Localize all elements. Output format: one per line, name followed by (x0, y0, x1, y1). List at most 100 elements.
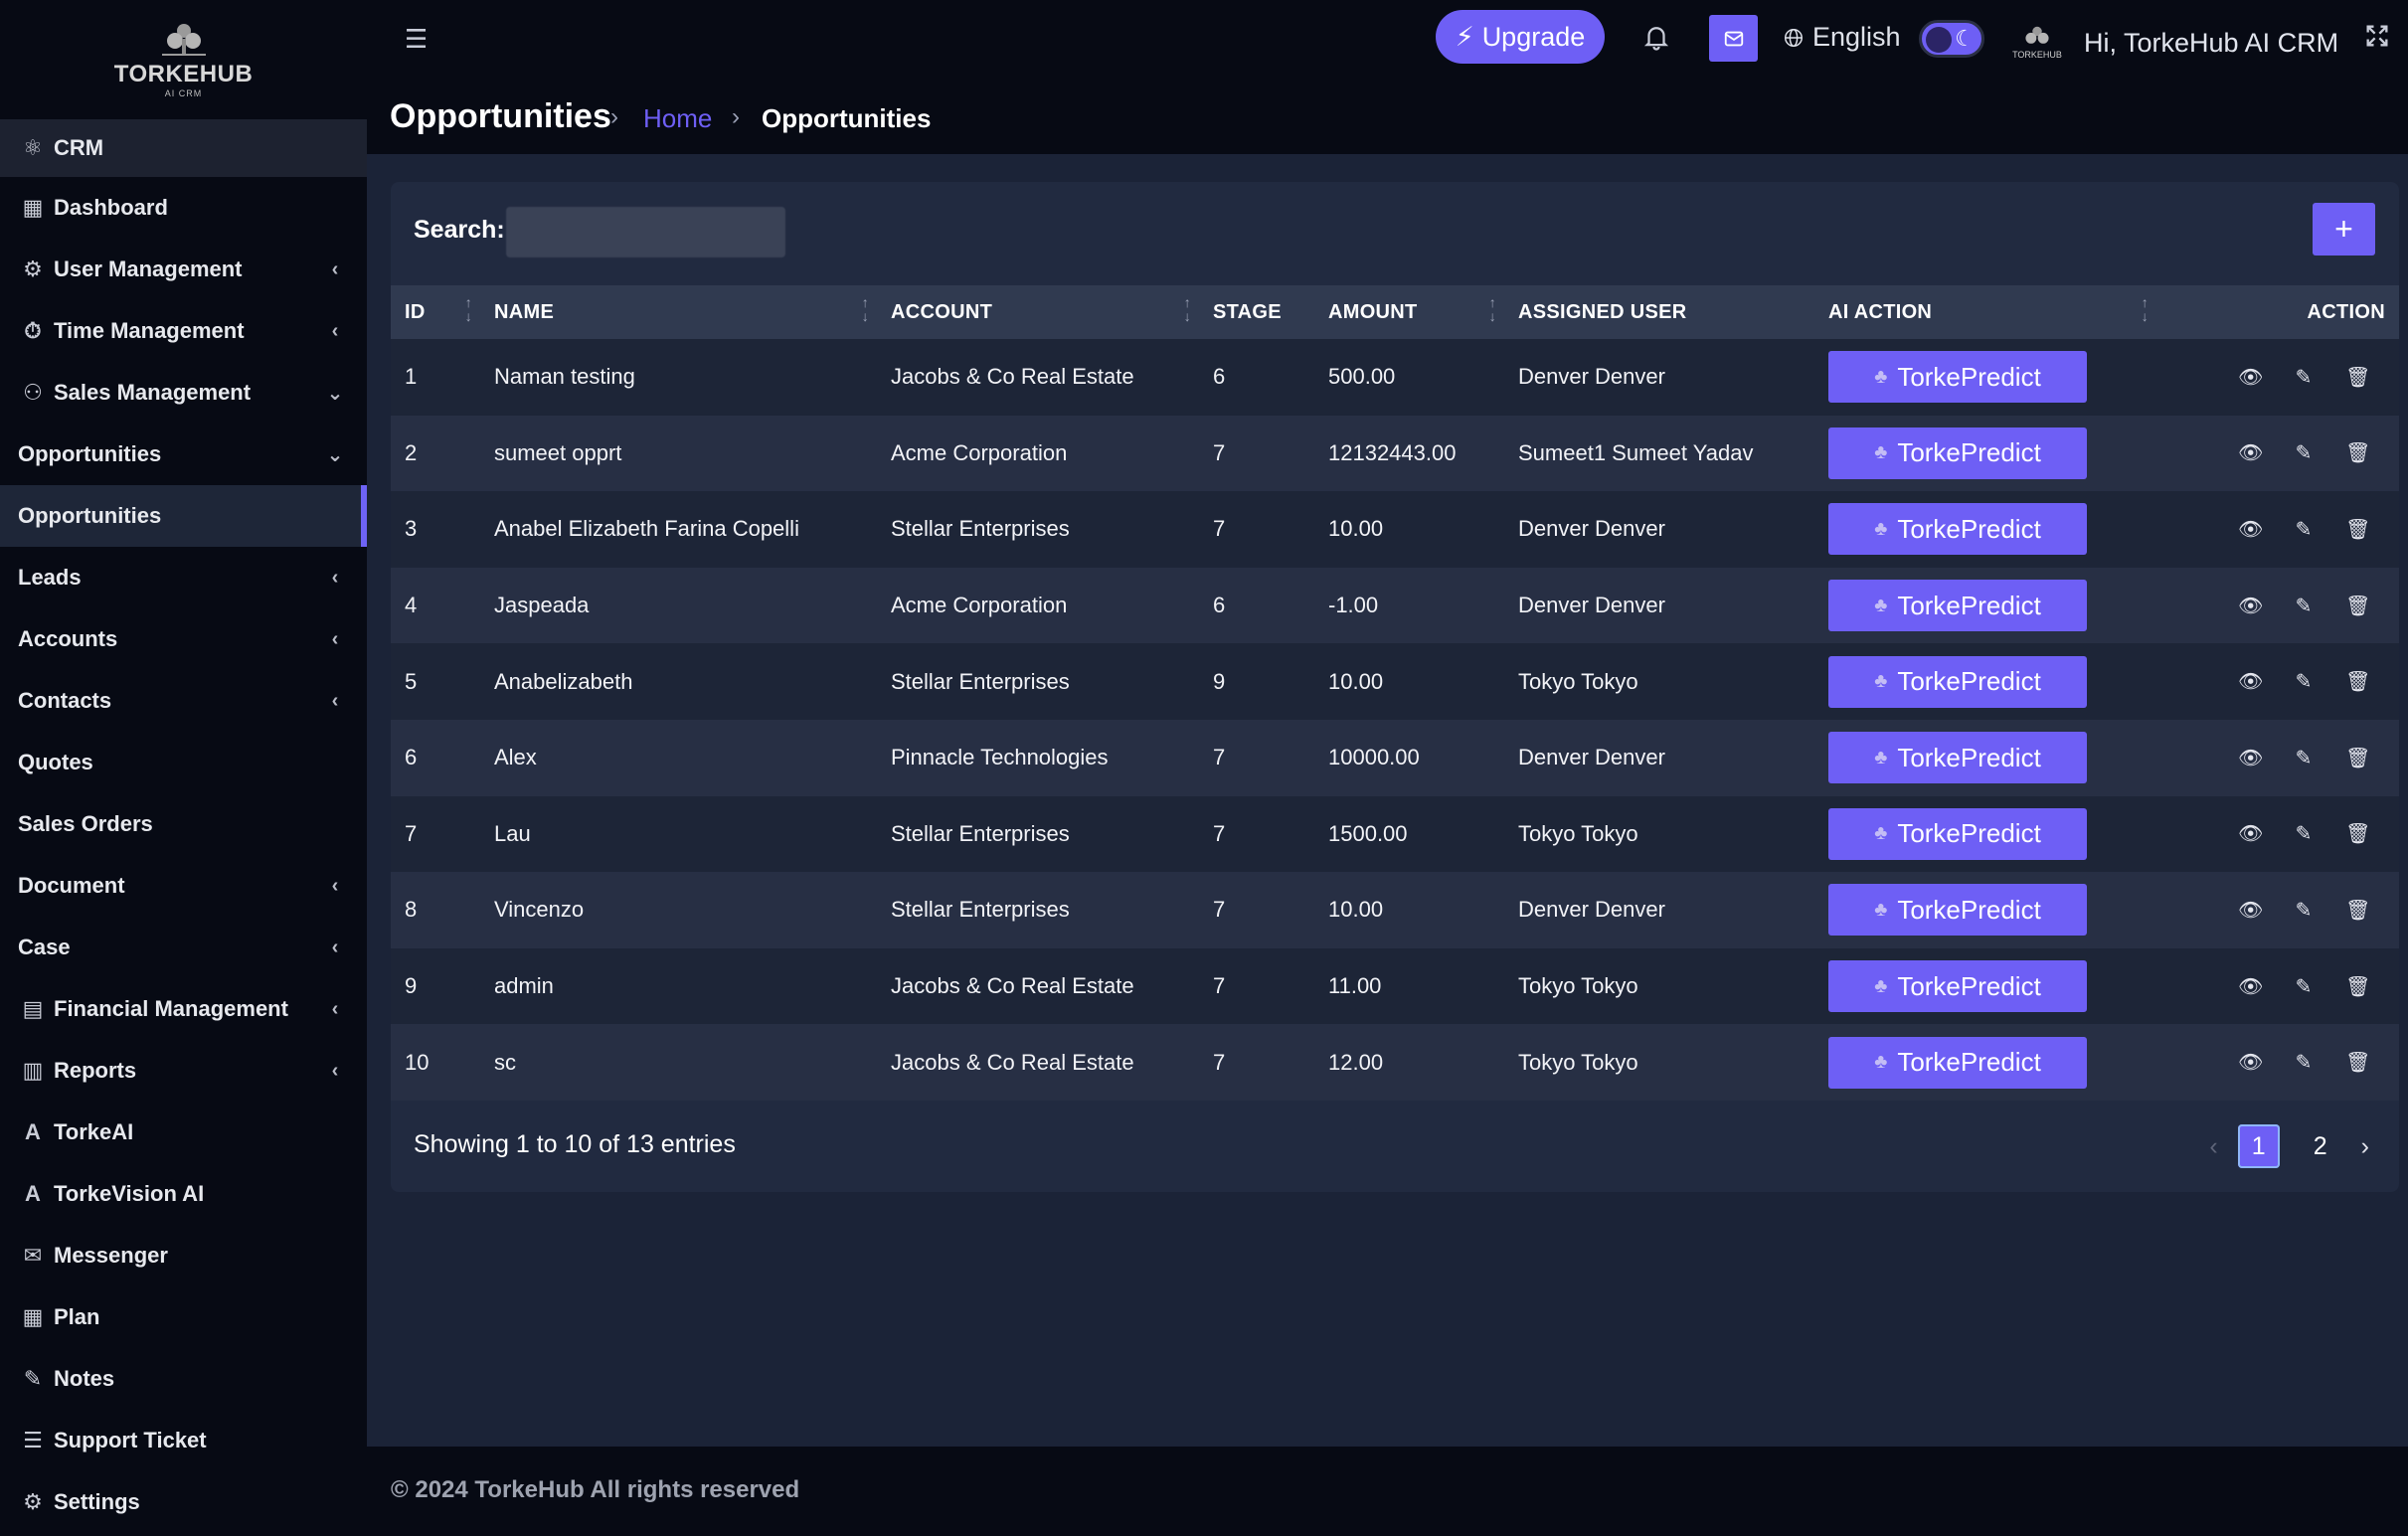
delete-icon[interactable]: 🗑 (2345, 365, 2370, 390)
torkepredict-button[interactable]: ♣ TorkePredict (1828, 655, 2087, 708)
torkepredict-button[interactable]: ♣ TorkePredict (1828, 427, 2087, 479)
sidebar-item-torkeai[interactable]: A TorkeAI (0, 1102, 367, 1163)
column-header-name[interactable]: NAME ↑ ↓ (480, 285, 877, 339)
delete-icon[interactable]: 🗑 (2345, 898, 2370, 923)
edit-icon[interactable]: ✎ (2292, 974, 2316, 999)
delete-icon[interactable]: 🗑 (2345, 821, 2370, 846)
page-button-1[interactable]: 1 (2237, 1124, 2280, 1168)
sidebar-item-opportunities[interactable]: Opportunities ⌄ (0, 424, 367, 485)
dark-mode-toggle[interactable]: ☾ (1919, 20, 1984, 58)
hamburger-menu-icon[interactable]: ☰ (405, 24, 428, 55)
edit-icon[interactable]: ✎ (2292, 1050, 2316, 1075)
brand-logo[interactable]: TORKEHUB AI CRM (0, 0, 367, 119)
edit-icon[interactable]: ✎ (2292, 517, 2316, 542)
delete-icon[interactable]: 🗑 (2345, 1050, 2370, 1075)
torkepredict-logo-icon: ♣ (1874, 517, 1888, 540)
delete-icon[interactable]: 🗑 (2345, 669, 2370, 694)
cell-account: Acme Corporation (891, 439, 1068, 465)
delete-icon[interactable]: 🗑 (2345, 440, 2370, 465)
view-icon[interactable]: 👁 (2238, 517, 2263, 542)
edit-icon[interactable]: ✎ (2292, 440, 2316, 465)
sidebar-item-financial-management[interactable]: ▤ Financial Management ‹ (0, 978, 367, 1040)
upgrade-button[interactable]: ⚡ Upgrade (1436, 10, 1605, 64)
sidebar-item-settings[interactable]: ⚙ Settings (0, 1471, 367, 1533)
view-icon[interactable]: 👁 (2238, 365, 2263, 390)
table-row: 4 Jaspeada Acme Corporation 6 -1.00 Denver De… (391, 567, 2399, 644)
edit-icon[interactable]: ✎ (2292, 821, 2316, 846)
user-avatar[interactable]: TORKEHUB (2010, 18, 2064, 66)
edit-icon[interactable]: ✎ (2292, 669, 2316, 694)
torkepredict-button[interactable]: ♣ TorkePredict (1828, 351, 2087, 404)
view-icon[interactable]: 👁 (2238, 746, 2263, 770)
column-header-ai-action[interactable]: AI ACTION ↑ ↓ (1814, 285, 2156, 339)
page-button-2[interactable]: 2 (2300, 1124, 2341, 1168)
breadcrumb-home-link[interactable]: Home (643, 103, 712, 134)
sidebar-item-quotes[interactable]: Quotes (0, 732, 367, 793)
cell-stage: 6 (1213, 593, 1226, 618)
column-header-stage[interactable]: STAGE (1199, 285, 1314, 339)
next-page-icon[interactable]: › (2361, 1132, 2369, 1161)
view-icon[interactable]: 👁 (2238, 440, 2263, 465)
torkepredict-label: TorkePredict (1897, 513, 2041, 544)
sidebar-item-opportunities[interactable]: Opportunities (0, 485, 367, 547)
search-input[interactable] (506, 207, 785, 257)
torkepredict-button[interactable]: ♣ TorkePredict (1828, 732, 2087, 784)
pagination: ‹ 1 2 › (2209, 1124, 2369, 1168)
torkepredict-button[interactable]: ♣ TorkePredict (1828, 580, 2087, 632)
torkepredict-button[interactable]: ♣ TorkePredict (1828, 960, 2087, 1013)
sidebar-item-sales-orders[interactable]: Sales Orders (0, 793, 367, 855)
edit-icon[interactable]: ✎ (2292, 898, 2316, 923)
moon-icon: ☾ (1955, 26, 1975, 51)
edit-icon[interactable]: ✎ (2292, 365, 2316, 390)
sidebar-item-plan[interactable]: ▦ Plan (0, 1286, 367, 1348)
column-header-id[interactable]: ID ↑ ↓ (391, 285, 480, 339)
cell-account: Jacobs & Co Real Estate (891, 973, 1134, 999)
delete-icon[interactable]: 🗑 (2345, 594, 2370, 618)
sidebar-item-time-management[interactable]: ⏱ Time Management ‹ (0, 300, 367, 362)
sidebar-item-contacts[interactable]: Contacts ‹ (0, 670, 367, 732)
mail-icon (1724, 31, 1743, 46)
view-icon[interactable]: 👁 (2238, 594, 2263, 618)
footer: © 2024 TorkeHub All rights reserved (367, 1447, 2408, 1536)
sidebar-item-crm[interactable]: ⚛ CRM (0, 119, 367, 177)
view-icon[interactable]: 👁 (2238, 669, 2263, 694)
delete-icon[interactable]: 🗑 (2345, 746, 2370, 770)
sidebar-item-document[interactable]: Document ‹ (0, 855, 367, 917)
edit-icon[interactable]: ✎ (2292, 746, 2316, 770)
sidebar-item-user-management[interactable]: ⚙ User Management ‹ (0, 239, 367, 300)
torkepredict-button[interactable]: ♣ TorkePredict (1828, 807, 2087, 860)
edit-icon[interactable]: ✎ (2292, 594, 2316, 618)
user-management-icon: ⚙ (23, 256, 43, 281)
sidebar-item-support-ticket[interactable]: ☰ Support Ticket (0, 1410, 367, 1471)
column-header-account[interactable]: ACCOUNT ↑ ↓ (877, 285, 1199, 339)
column-header-assigned-user[interactable]: ASSIGNED USER (1504, 285, 1814, 339)
torkepredict-button[interactable]: ♣ TorkePredict (1828, 1036, 2087, 1089)
view-icon[interactable]: 👁 (2238, 974, 2263, 999)
previous-page-icon[interactable]: ‹ (2209, 1132, 2217, 1161)
sidebar-item-torkevision-ai[interactable]: A TorkeVision AI (0, 1163, 367, 1225)
sidebar-item-dashboard[interactable]: ▦ Dashboard (0, 177, 367, 239)
view-icon[interactable]: 👁 (2238, 821, 2263, 846)
sidebar-item-case[interactable]: Case ‹ (0, 917, 367, 978)
torkepredict-button[interactable]: ♣ TorkePredict (1828, 503, 2087, 556)
view-icon[interactable]: 👁 (2238, 1050, 2263, 1075)
add-opportunity-button[interactable]: + (2313, 203, 2375, 256)
notification-bell-icon[interactable] (1641, 22, 1671, 52)
sidebar-item-notes[interactable]: ✎ Notes (0, 1348, 367, 1410)
sidebar-item-leads[interactable]: Leads ‹ (0, 547, 367, 608)
language-selector[interactable]: English (1783, 22, 1901, 53)
delete-icon[interactable]: 🗑 (2345, 974, 2370, 999)
sidebar-item-reports[interactable]: ▥ Reports ‹ (0, 1040, 367, 1102)
view-icon[interactable]: 👁 (2238, 898, 2263, 923)
fullscreen-icon[interactable] (2363, 22, 2391, 57)
delete-icon[interactable]: 🗑 (2345, 517, 2370, 542)
cell-account: Acme Corporation (891, 593, 1068, 618)
mail-button[interactable] (1709, 15, 1758, 62)
sidebar-item-messenger[interactable]: ✉ Messenger (0, 1225, 367, 1286)
sidebar-item-sales-management[interactable]: ⚇ Sales Management ⌄ (0, 362, 367, 424)
torkepredict-logo-icon: ♣ (1874, 365, 1888, 388)
user-greeting[interactable]: Hi, TorkeHub AI CRM (2084, 28, 2338, 59)
torkepredict-button[interactable]: ♣ TorkePredict (1828, 884, 2087, 937)
column-header-amount[interactable]: AMOUNT ↑ ↓ (1314, 285, 1504, 339)
sidebar-item-accounts[interactable]: Accounts ‹ (0, 608, 367, 670)
